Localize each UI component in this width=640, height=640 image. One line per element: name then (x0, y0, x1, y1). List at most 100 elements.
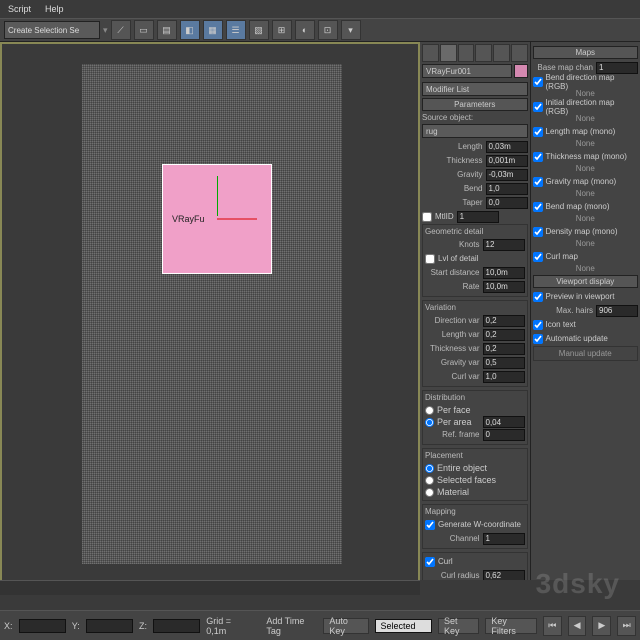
display-tab-icon[interactable] (493, 44, 510, 62)
place-title: Placement (425, 451, 525, 460)
lod-checkbox[interactable] (425, 254, 435, 264)
map-checkbox[interactable] (533, 177, 543, 187)
play-start-icon[interactable]: ⏮ (543, 616, 562, 636)
tool-btn[interactable]: ⟋ (111, 20, 131, 40)
maps-rollout[interactable]: Maps (533, 46, 639, 59)
start-spinner[interactable]: 10,0m (483, 267, 525, 279)
menu-script[interactable]: Script (8, 4, 31, 14)
icontext-checkbox[interactable] (533, 320, 543, 330)
param-spinner[interactable]: 1,0 (486, 183, 528, 195)
menu-help[interactable]: Help (45, 4, 64, 14)
selection-set-dropdown[interactable]: Create Selection Se (4, 21, 100, 39)
tool-btn[interactable]: ☰ (226, 20, 246, 40)
manual-update-button[interactable]: Manual update (533, 346, 639, 361)
preview-checkbox[interactable] (533, 292, 543, 302)
utilities-tab-icon[interactable] (511, 44, 528, 62)
genw-checkbox[interactable] (425, 520, 435, 530)
vp-rollout[interactable]: Viewport display (533, 275, 639, 288)
preview-label: Preview in viewport (546, 292, 615, 301)
maxhairs-spinner[interactable]: 906 (596, 305, 638, 317)
modify-panel: VRayFur001 Modifier List Parameters Sour… (420, 42, 530, 580)
tool-btn[interactable]: ⊞ (272, 20, 292, 40)
modifier-list-dropdown[interactable]: Modifier List (422, 82, 528, 96)
play-prev-icon[interactable]: ◀ (568, 616, 587, 636)
hierarchy-tab-icon[interactable] (458, 44, 475, 62)
motion-tab-icon[interactable] (475, 44, 492, 62)
x-field[interactable] (19, 619, 66, 633)
var-spinner[interactable]: 0,2 (483, 315, 525, 327)
maxhairs-label: Max. hairs (533, 306, 597, 315)
map-checkbox[interactable] (533, 227, 543, 237)
map-checkbox[interactable] (533, 77, 543, 87)
play-icon[interactable]: ▶ (592, 616, 611, 636)
map-none-button[interactable]: None (533, 239, 639, 248)
map-checkbox[interactable] (533, 127, 543, 137)
channel-spinner[interactable]: 1 (483, 533, 525, 545)
var-spinner[interactable]: 0,2 (483, 343, 525, 355)
setkey-button[interactable]: Set Key (438, 618, 479, 634)
map-checkbox[interactable] (533, 102, 543, 112)
perarea-spinner[interactable]: 0,04 (483, 416, 525, 428)
param-spinner[interactable]: 0,001m (486, 155, 528, 167)
autokey-button[interactable]: Auto Key (323, 618, 369, 634)
mtlid-spinner[interactable]: 1 (457, 211, 499, 223)
viewport[interactable]: VRayFu (0, 42, 420, 582)
tool-btn[interactable]: ◧ (180, 20, 200, 40)
play-next-icon[interactable]: ⏭ (617, 616, 636, 636)
perface-label: Per face (437, 405, 471, 415)
tool-btn[interactable]: ▭ (134, 20, 154, 40)
create-tab-icon[interactable] (422, 44, 439, 62)
tool-btn[interactable]: ▦ (203, 20, 223, 40)
tool-btn[interactable]: ▧ (249, 20, 269, 40)
map-label: Density map (mono) (546, 227, 618, 236)
tool-btn[interactable]: ▤ (157, 20, 177, 40)
curl-checkbox[interactable] (425, 557, 435, 567)
map-none-button[interactable]: None (533, 189, 639, 198)
tool-btn[interactable]: ◐ (295, 20, 315, 40)
selected-dropdown[interactable]: Selected (375, 619, 432, 633)
param-label: Thickness (422, 156, 486, 165)
source-object-field[interactable]: rug (422, 124, 528, 138)
curlrad-label: Curl radius (425, 571, 483, 580)
param-spinner[interactable]: -0,03m (486, 169, 528, 181)
var-spinner[interactable]: 1,0 (483, 371, 525, 383)
map-none-button[interactable]: None (533, 139, 639, 148)
mtlid-checkbox[interactable] (422, 212, 432, 222)
var-spinner[interactable]: 0,5 (483, 357, 525, 369)
menu-bar: Script Help (0, 0, 640, 18)
keyfilter-button[interactable]: Key Filters (485, 618, 537, 634)
param-spinner[interactable]: 0,0 (486, 197, 528, 209)
map-checkbox[interactable] (533, 152, 543, 162)
tool-btn[interactable]: ⊡ (318, 20, 338, 40)
knots-spinner[interactable]: 12 (483, 239, 525, 251)
material-radio[interactable] (425, 488, 434, 497)
autoupdate-checkbox[interactable] (533, 334, 543, 344)
lod-label: Lvl of detail (438, 254, 478, 263)
map-checkbox[interactable] (533, 202, 543, 212)
map-none-button[interactable]: None (533, 264, 639, 273)
timeline[interactable] (0, 580, 420, 610)
map-label: Bend map (mono) (546, 202, 610, 211)
addtag-button[interactable]: Add Time Tag (266, 616, 317, 636)
z-field[interactable] (153, 619, 200, 633)
modify-tab-icon[interactable] (440, 44, 457, 62)
object-name-field[interactable]: VRayFur001 (422, 64, 512, 78)
map-checkbox[interactable] (533, 252, 543, 262)
map-none-button[interactable]: None (533, 164, 639, 173)
rate-spinner[interactable]: 10,0m (483, 281, 525, 293)
perface-radio[interactable] (425, 406, 434, 415)
perarea-label: Per area (437, 417, 472, 427)
ref-spinner[interactable]: 0 (483, 429, 525, 441)
map-none-button[interactable]: None (533, 214, 639, 223)
var-spinner[interactable]: 0,2 (483, 329, 525, 341)
parameters-rollout[interactable]: Parameters (422, 98, 528, 111)
entire-radio[interactable] (425, 464, 434, 473)
channel-label: Channel (425, 534, 483, 543)
object-color-swatch[interactable] (514, 64, 528, 78)
y-field[interactable] (86, 619, 133, 633)
perarea-radio[interactable] (425, 418, 434, 427)
selfaces-radio[interactable] (425, 476, 434, 485)
param-spinner[interactable]: 0,03m (486, 141, 528, 153)
tool-btn[interactable]: ▾ (341, 20, 361, 40)
curlrad-spinner[interactable]: 0,62 (483, 570, 525, 581)
